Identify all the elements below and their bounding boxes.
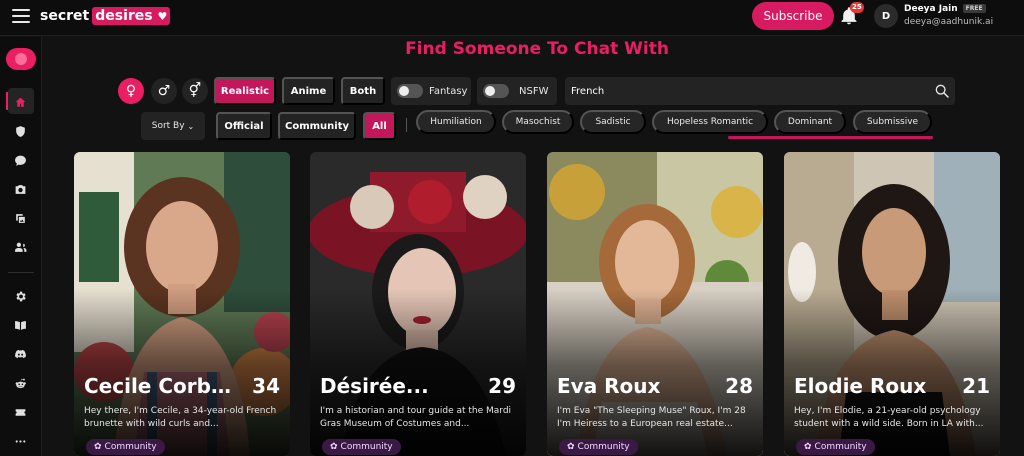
camera-icon[interactable] [12, 181, 28, 197]
menu-icon[interactable] [12, 9, 30, 25]
character-description: I'm Eva "The Sleeping Muse" Roux, I'm 28… [557, 406, 746, 429]
paw-icon: ✿ [94, 442, 102, 452]
chat-icon[interactable] [12, 152, 28, 168]
tag-sadistic[interactable]: Sadistic [580, 110, 646, 134]
male-filter-button[interactable]: ♂ [151, 78, 177, 104]
sidebar [0, 37, 42, 456]
sidebar-divider [8, 272, 34, 273]
home-icon[interactable] [12, 94, 28, 110]
book-icon[interactable] [12, 317, 28, 333]
community-badge: ✿ Community [322, 439, 401, 455]
search-icon[interactable] [934, 83, 950, 99]
reddit-icon[interactable] [12, 375, 28, 391]
character-card[interactable]: Elodie Roux 21 Hey, I'm Elodie, a 21-yea… [784, 152, 1000, 456]
community-badge: ✿ Community [796, 439, 875, 455]
top-bar: secret desires ♥ Subscribe 25 D Deeya Ja… [0, 0, 1024, 36]
user-email: deeya@aadhunik.ai [904, 17, 994, 27]
character-age: 28 [725, 374, 753, 398]
character-description: I'm a historian and tour guide at the Ma… [320, 406, 512, 429]
character-name: Cecile Corbet [84, 374, 234, 398]
search-input[interactable] [565, 77, 955, 105]
trans-icon: ⚥ [188, 83, 202, 99]
logo-word-desires: desires ♥ [92, 7, 171, 25]
fantasy-switch[interactable] [397, 84, 423, 98]
paw-icon: ✿ [804, 442, 812, 452]
tags-scroll-indicator[interactable] [728, 136, 933, 139]
tag-hopeless-romantic[interactable]: Hopeless Romantic [652, 110, 768, 134]
ticket-icon[interactable] [12, 404, 28, 420]
nsfw-label: NSFW [519, 85, 549, 97]
users-icon[interactable] [12, 239, 28, 255]
character-name: Elodie Roux [794, 374, 927, 398]
community-badge: ✿ Community [559, 439, 638, 455]
sort-by-label: Sort By [151, 121, 185, 131]
heart-icon: ♥ [157, 10, 168, 23]
character-card[interactable]: Désirée... 29 I'm a historian and tour g… [310, 152, 526, 456]
tag-masochist[interactable]: Masochist [502, 110, 574, 134]
style-realistic-button[interactable]: Realistic [214, 77, 276, 105]
character-description: Hey, I'm Elodie, a 21-year-old psycholog… [794, 406, 984, 429]
fantasy-toggle[interactable]: Fantasy [391, 77, 471, 105]
logo[interactable]: secret desires ♥ [40, 7, 171, 25]
source-official-button[interactable]: Official [216, 112, 272, 140]
character-name: Eva Roux [557, 374, 661, 398]
character-card[interactable]: Cecile Corbet 34 Hey there, I'm Cecile, … [74, 152, 290, 456]
source-all-button[interactable]: All [363, 112, 396, 140]
character-age: 34 [252, 374, 280, 398]
user-name: Deeya Jain FREE [904, 4, 986, 14]
character-card[interactable]: Eva Roux 28 I'm Eva "The Sleeping Muse" … [547, 152, 763, 456]
male-icon: ♂ [157, 83, 171, 99]
character-name: Désirée... [320, 374, 429, 398]
character-age: 29 [488, 374, 516, 398]
discord-icon[interactable] [12, 346, 28, 362]
fantasy-label: Fantasy [429, 85, 468, 97]
avatar[interactable]: D [874, 4, 898, 28]
plan-badge: FREE [962, 4, 986, 13]
more-icon[interactable] [12, 433, 28, 449]
filter-separator [406, 118, 407, 132]
nsfw-toggle[interactable]: NSFW [477, 77, 557, 105]
paw-icon: ✿ [330, 442, 338, 452]
notification-badge: 25 [850, 2, 864, 13]
tag-dominant[interactable]: Dominant [774, 110, 846, 134]
style-both-button[interactable]: Both [341, 77, 385, 105]
tag-humiliation[interactable]: Humiliation [416, 110, 496, 134]
paw-icon: ✿ [567, 442, 575, 452]
shield-icon[interactable] [12, 123, 28, 139]
style-anime-button[interactable]: Anime [282, 77, 335, 105]
page-title: Find Someone To Chat With [405, 39, 669, 59]
sort-by-dropdown[interactable]: Sort By ⌄ [141, 112, 205, 140]
female-filter-button[interactable]: ♀ [118, 78, 144, 104]
gallery-icon[interactable] [12, 210, 28, 226]
nsfw-switch[interactable] [483, 84, 509, 98]
female-icon: ♀ [125, 83, 137, 99]
source-community-button[interactable]: Community [278, 112, 356, 140]
gear-icon[interactable] [12, 288, 28, 304]
character-description: Hey there, I'm Cecile, a 34-year-old Fre… [84, 406, 277, 429]
logo-word-secret: secret [40, 8, 90, 24]
subscribe-button[interactable]: Subscribe [752, 2, 834, 30]
trans-filter-button[interactable]: ⚥ [182, 78, 208, 104]
tag-submissive[interactable]: Submissive [853, 110, 932, 134]
character-age: 21 [962, 374, 990, 398]
chevron-down-icon: ⌄ [187, 121, 195, 131]
community-badge: ✿ Community [86, 439, 165, 455]
